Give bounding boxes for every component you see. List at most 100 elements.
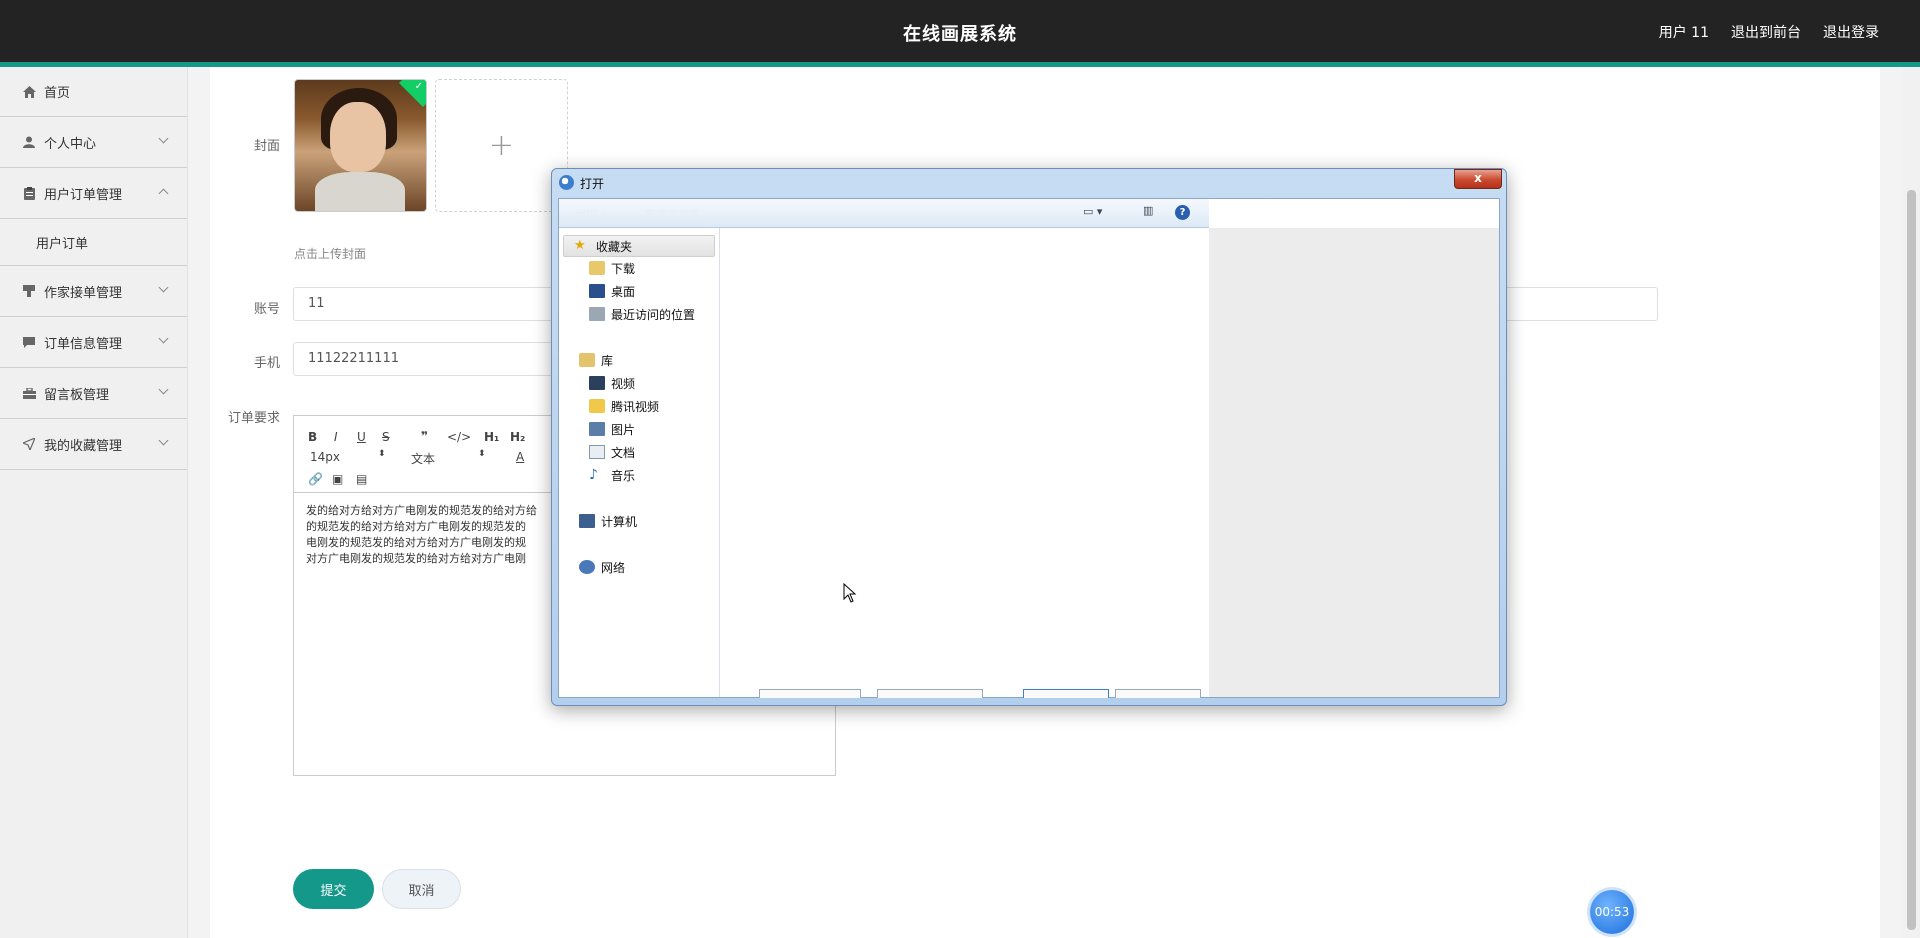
font-size-select[interactable]: 14px [310, 450, 340, 464]
chrome-icon [559, 175, 574, 190]
dialog-navigation-pane: ★ 收藏夹 下载 桌面 最近访问的位置 库 视频 腾讯视频 图片 文档 ♪ 音乐… [559, 228, 720, 697]
font-size-arrows-icon: ⬍ [378, 449, 386, 459]
chevron-down-icon [158, 282, 169, 293]
file-type-filter[interactable] [759, 689, 861, 698]
preview-pane-icon[interactable]: ▥ [1143, 204, 1153, 217]
clipboard-icon [22, 186, 36, 200]
mouse-cursor-icon [843, 583, 857, 603]
nav-music[interactable]: ♪ 音乐 [589, 465, 635, 485]
dialog-preview-pane [1209, 228, 1499, 697]
file-open-dialog: 打开 x 组织 ▾ 新建文件夹 ▭ ▾ ▥ ? ★ 收藏夹 下载 桌面 最近访问… [551, 168, 1507, 706]
sidebar-item-label: 首页 [44, 86, 71, 101]
sidebar-subitem-user-order[interactable]: 用户订单 [0, 219, 187, 266]
library-icon [579, 353, 595, 367]
phone-label: 手机 [253, 356, 280, 371]
block-type-arrows-icon: ⬍ [478, 449, 486, 459]
back-to-front-link[interactable]: 退出到前台 [1731, 22, 1801, 42]
upload-cover-button[interactable]: + [435, 79, 568, 212]
chevron-down-icon [158, 133, 169, 144]
computer-icon [579, 514, 595, 528]
chat-icon [22, 335, 36, 349]
star-icon: ★ [574, 238, 586, 253]
send-icon [22, 437, 36, 451]
nav-videos[interactable]: 视频 [589, 373, 635, 393]
strikethrough-icon[interactable]: S [382, 430, 390, 444]
heading2-icon[interactable]: H₂ [510, 430, 525, 444]
text-color-icon[interactable]: A [516, 450, 524, 464]
cancel-button[interactable]: 取消 [382, 869, 461, 909]
sidebar: 首页 个人中心 用户订单管理 用户订单 作家接单管理 订单信息管理 留言板管理 [0, 67, 188, 938]
page-scrollbar[interactable] [1903, 67, 1920, 938]
sidebar-item-label: 订单信息管理 [44, 336, 123, 352]
dialog-close-button[interactable]: x [1454, 169, 1502, 189]
folder-download-icon [589, 261, 605, 275]
dialog-titlebar[interactable]: 打开 x [552, 169, 1506, 197]
image-icon[interactable]: ▣ [332, 472, 343, 486]
nav-tencent-video[interactable]: 腾讯视频 [589, 396, 659, 416]
desktop-icon [589, 284, 605, 298]
submit-button[interactable]: 提交 [293, 869, 374, 909]
italic-icon[interactable]: I [334, 430, 338, 444]
bold-icon[interactable]: B [308, 430, 317, 444]
scrollbar-thumb[interactable] [1907, 190, 1916, 930]
nav-network[interactable]: 网络 [579, 557, 625, 577]
documents-icon [589, 445, 605, 459]
briefcase-icon [22, 386, 36, 400]
sidebar-item-home[interactable]: 首页 [0, 67, 187, 117]
sidebar-item-label: 作家接单管理 [44, 285, 123, 301]
sidebar-item-label: 我的收藏管理 [44, 438, 123, 454]
code-icon[interactable]: </> [447, 430, 471, 444]
nav-favorites[interactable]: ★ 收藏夹 [563, 235, 715, 257]
open-button[interactable] [1023, 689, 1109, 698]
check-icon: ✓ [414, 81, 423, 92]
new-folder-button[interactable]: 新建文件夹 [645, 206, 700, 222]
sidebar-item-label: 用户订单管理 [44, 187, 123, 203]
dialog-command-bar: 组织 ▾ 新建文件夹 ▭ ▾ ▥ ? [559, 199, 1209, 228]
nav-desktop[interactable]: 桌面 [589, 281, 635, 301]
stamp-icon [22, 284, 36, 298]
link-icon[interactable]: 🔗 [308, 472, 323, 486]
top-bar: 在线画展系统 用户 11 退出到前台 退出登录 [0, 0, 1920, 67]
sidebar-item-writer-orders[interactable]: 作家接单管理 [0, 266, 187, 317]
sidebar-item-label: 留言板管理 [44, 387, 110, 403]
heading1-icon[interactable]: H₁ [484, 430, 499, 444]
pictures-icon [589, 422, 605, 436]
chevron-down-icon [158, 333, 169, 344]
sidebar-item-favorites[interactable]: 我的收藏管理 [0, 419, 187, 470]
cover-hint: 点击上传封面 [294, 247, 367, 261]
nav-libraries[interactable]: 库 [579, 350, 613, 370]
sidebar-item-order-info[interactable]: 订单信息管理 [0, 317, 187, 368]
logout-link[interactable]: 退出登录 [1823, 22, 1879, 42]
nav-pictures[interactable]: 图片 [589, 419, 635, 439]
nav-downloads[interactable]: 下载 [589, 258, 635, 278]
filename-input[interactable] [877, 689, 983, 698]
cover-label: 封面 [253, 139, 280, 154]
sidebar-item-user-orders[interactable]: 用户订单管理 [0, 168, 187, 219]
dialog-body: 组织 ▾ 新建文件夹 ▭ ▾ ▥ ? ★ 收藏夹 下载 桌面 最近访问的位置 库… [558, 198, 1500, 698]
cover-image[interactable]: ✓ [294, 79, 427, 212]
folder-icon [589, 399, 605, 413]
nav-documents[interactable]: 文档 [589, 442, 635, 462]
video-icon[interactable]: ▤ [356, 472, 367, 486]
sidebar-item-personal-center[interactable]: 个人中心 [0, 117, 187, 168]
organize-button[interactable]: 组织 ▾ [575, 206, 606, 222]
underline-icon[interactable]: U [357, 430, 366, 444]
video-library-icon [589, 376, 605, 390]
network-icon [579, 560, 595, 574]
chevron-down-icon [158, 384, 169, 395]
chevron-up-icon [158, 188, 169, 199]
nav-computer[interactable]: 计算机 [579, 511, 637, 531]
nav-recent-places[interactable]: 最近访问的位置 [589, 304, 695, 324]
block-type-select[interactable]: 文本 [411, 450, 435, 467]
sidebar-item-message-board[interactable]: 留言板管理 [0, 368, 187, 419]
view-mode-icon[interactable]: ▭ ▾ [1083, 205, 1102, 218]
home-icon [22, 85, 36, 99]
account-label: 账号 [253, 302, 280, 317]
help-icon[interactable]: ? [1175, 205, 1190, 220]
timer-badge[interactable]: 00:53 [1590, 890, 1634, 934]
dialog-cancel-button[interactable] [1115, 689, 1201, 698]
user-name[interactable]: 用户 11 [1659, 22, 1709, 42]
sidebar-item-label: 个人中心 [44, 136, 97, 152]
requirement-label: 订单要求 [227, 411, 280, 426]
quote-icon[interactable]: ❞ [421, 429, 428, 443]
